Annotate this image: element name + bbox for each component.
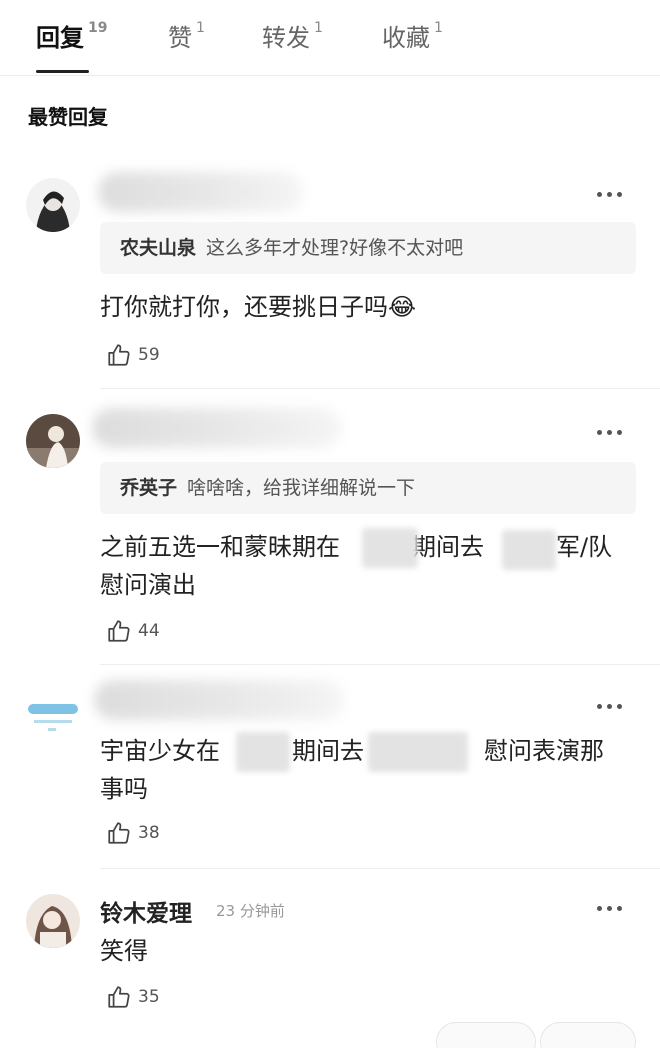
thumbs-up-icon <box>108 344 130 366</box>
quoted-author[interactable]: 乔英子 <box>120 477 177 499</box>
thumbs-up-icon <box>108 822 130 844</box>
quoted-reply[interactable]: 农夫山泉 这么多年才处理?好像不太对吧 <box>100 222 636 274</box>
avatar[interactable] <box>26 894 80 948</box>
redacted-text <box>368 732 468 772</box>
quoted-reply[interactable]: 乔英子 啥啥啥，给我详细解说一下 <box>100 462 636 514</box>
like-button[interactable]: 59 <box>106 342 160 368</box>
more-options-icon[interactable] <box>597 430 622 435</box>
avatar[interactable] <box>26 178 80 232</box>
more-options-icon[interactable] <box>597 704 622 709</box>
tab-favorites[interactable]: 收藏 1 <box>382 18 443 53</box>
bottom-action-button[interactable] <box>540 1022 636 1048</box>
like-button[interactable]: 35 <box>106 984 160 1010</box>
tab-reposts[interactable]: 转发 1 <box>262 18 323 53</box>
tab-replies-count: 19 <box>88 20 108 36</box>
divider <box>100 388 660 389</box>
section-title: 最赞回复 <box>28 105 108 129</box>
quoted-text: 这么多年才处理?好像不太对吧 <box>206 237 464 259</box>
comment-time: 23 分钟前 <box>216 902 285 920</box>
quoted-text: 啥啥啥，给我详细解说一下 <box>187 477 416 499</box>
more-options-icon[interactable] <box>597 192 622 197</box>
tab-favorites-label: 收藏 <box>382 24 430 52</box>
tab-reposts-count: 1 <box>314 20 323 36</box>
avatar[interactable] <box>26 414 80 468</box>
comment-text: 笑得 <box>100 937 148 965</box>
tab-bar: 回复 19 赞 1 转发 1 收藏 1 <box>0 0 660 76</box>
redacted-username <box>92 408 342 448</box>
tab-likes-label: 赞 <box>168 24 192 52</box>
comment-text: 打你就打你，还要挑日子吗😂 <box>100 293 417 321</box>
like-button[interactable]: 44 <box>106 618 160 644</box>
like-button[interactable]: 38 <box>106 820 160 846</box>
tab-likes[interactable]: 赞 1 <box>168 18 205 53</box>
redacted-username <box>94 680 344 720</box>
divider <box>100 868 660 869</box>
like-count: 59 <box>138 345 160 365</box>
divider <box>100 664 660 665</box>
tab-replies[interactable]: 回复 19 <box>36 18 107 53</box>
avatar[interactable] <box>26 690 80 744</box>
like-count: 38 <box>138 823 160 843</box>
quoted-author[interactable]: 农夫山泉 <box>120 237 196 259</box>
tab-favorites-count: 1 <box>434 20 443 36</box>
redacted-text <box>236 732 290 772</box>
more-options-icon[interactable] <box>597 906 622 911</box>
redacted-username <box>98 172 303 212</box>
bottom-action-button[interactable] <box>436 1022 536 1048</box>
redacted-text <box>362 528 418 568</box>
tab-reposts-label: 转发 <box>262 24 310 52</box>
comment-author[interactable]: 铃木爱理 <box>100 894 192 928</box>
active-tab-indicator <box>36 70 89 73</box>
tab-replies-label: 回复 <box>36 24 84 52</box>
thumbs-up-icon <box>108 986 130 1008</box>
like-count: 35 <box>138 987 160 1007</box>
like-count: 44 <box>138 621 160 641</box>
tab-likes-count: 1 <box>196 20 205 36</box>
redacted-text <box>502 530 556 570</box>
thumbs-up-icon <box>108 620 130 642</box>
